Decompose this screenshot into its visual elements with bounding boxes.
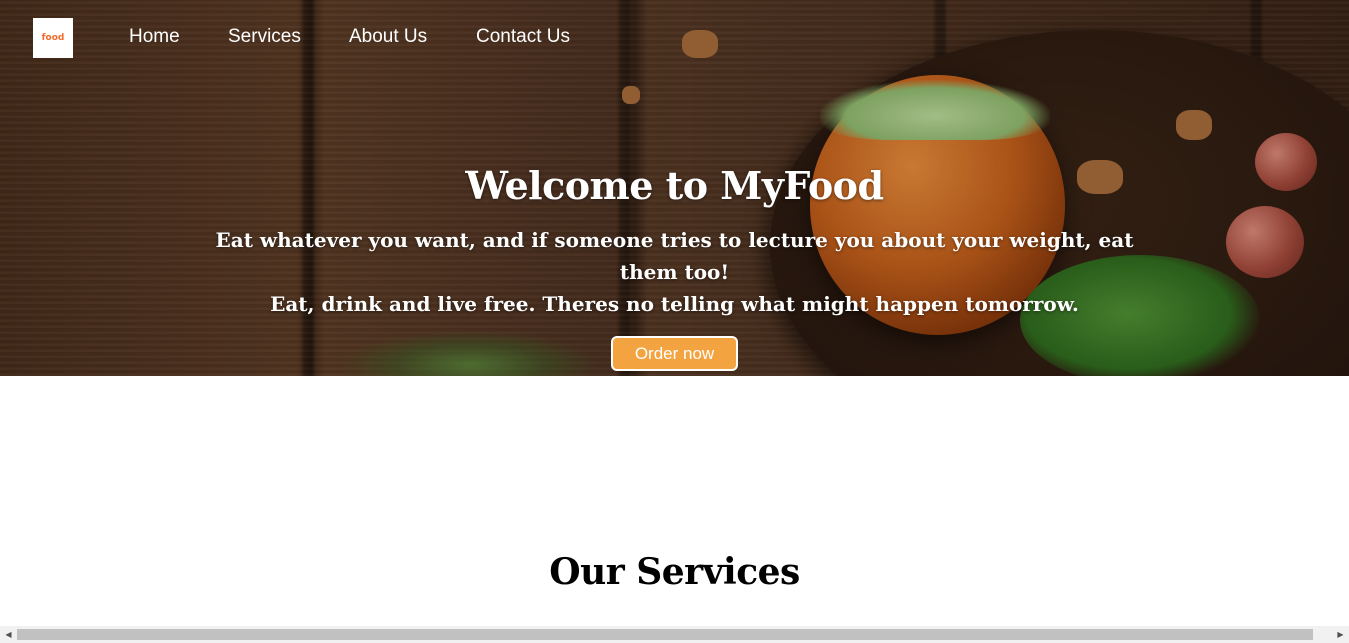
hero-subtitle-line-2: Eat, drink and live free. Theres no tell… — [270, 292, 1079, 316]
nav-link-about-us[interactable]: About Us — [349, 26, 427, 48]
hero-title: Welcome to MyFood — [465, 163, 884, 208]
nav-link-home[interactable]: Home — [129, 26, 180, 48]
scroll-right-arrow-icon[interactable]: ▶ — [1332, 626, 1349, 643]
nav-link-contact-us[interactable]: Contact Us — [476, 26, 570, 48]
hero-subtitle-line-1: Eat whatever you want, and if someone tr… — [215, 228, 1134, 284]
scroll-left-arrow-icon[interactable]: ◀ — [0, 626, 17, 643]
horizontal-scrollbar[interactable]: ◀ ▶ — [0, 626, 1349, 643]
scrollbar-thumb[interactable] — [17, 629, 1313, 640]
logo-text: food — [41, 33, 65, 43]
hero-subtitle: Eat whatever you want, and if someone tr… — [195, 224, 1155, 320]
nav-link-services[interactable]: Services — [228, 26, 301, 48]
hero-text-block: Welcome to MyFood Eat whatever you want,… — [0, 160, 1349, 320]
services-heading: Our Services — [549, 551, 800, 593]
brand-logo[interactable]: food — [33, 18, 73, 58]
order-now-button[interactable]: Order now — [611, 336, 738, 371]
